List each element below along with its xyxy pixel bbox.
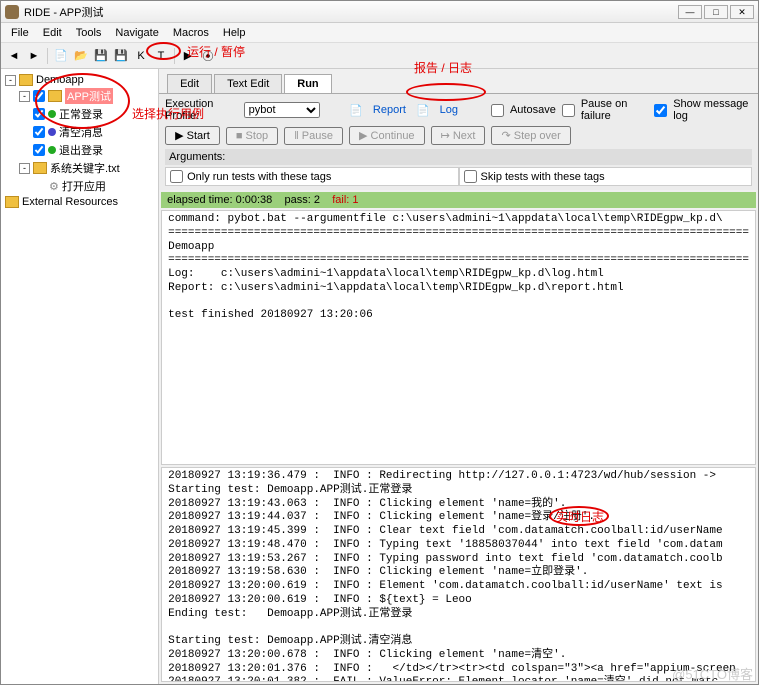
folder-icon xyxy=(33,162,47,174)
pause-on-fail-label: Pause on failure xyxy=(581,98,648,122)
only-tags-label: Only run tests with these tags xyxy=(187,171,331,183)
tree-expander[interactable]: - xyxy=(19,163,30,174)
menu-edit[interactable]: Edit xyxy=(37,25,68,41)
save-icon[interactable]: 💾 xyxy=(92,47,110,65)
case-checkbox[interactable] xyxy=(33,144,45,156)
tree-root[interactable]: Demoapp xyxy=(36,74,84,86)
pause-button[interactable]: ‖ Pause xyxy=(284,127,343,145)
log-area[interactable]: 20180927 13:19:36.479 : INFO : Redirecti… xyxy=(161,467,756,682)
skip-tags-checkbox[interactable] xyxy=(464,170,477,183)
toolbar: ◄ ► 📄 📂 💾 💾 K T ▶ ⦿ xyxy=(1,43,758,69)
testcase-icon xyxy=(48,110,56,118)
autosave-label: Autosave xyxy=(510,104,556,116)
tab-run[interactable]: Run xyxy=(284,74,331,93)
new-icon[interactable]: 📄 xyxy=(52,47,70,65)
tab-bar: Edit Text Edit Run xyxy=(159,69,758,93)
app-icon xyxy=(5,5,19,19)
testcase-icon xyxy=(48,128,56,136)
tree-case[interactable]: 退出登录 xyxy=(59,142,103,158)
case-checkbox[interactable] xyxy=(33,108,45,120)
titlebar: RIDE - APP测试 — □ ✕ xyxy=(1,1,758,23)
report-icon: 📄 xyxy=(349,104,363,117)
tree-ext-res[interactable]: External Resources xyxy=(22,196,118,208)
only-tags-checkbox[interactable] xyxy=(170,170,183,183)
window-title: RIDE - APP测试 xyxy=(24,4,678,20)
stop-button[interactable]: ■ Stop xyxy=(226,127,278,145)
tree-suite[interactable]: APP测试 xyxy=(65,88,113,104)
show-msg-log-checkbox[interactable] xyxy=(654,104,667,117)
show-msg-log-label: Show message log xyxy=(673,98,752,122)
case-checkbox[interactable] xyxy=(33,126,45,138)
keyword-icon: ⚙ xyxy=(49,180,59,193)
tree-kwfile[interactable]: 系统关键字.txt xyxy=(50,160,120,176)
pause-icon[interactable]: ⦿ xyxy=(199,47,217,65)
tree-case[interactable]: 清空消息 xyxy=(59,124,103,140)
pause-on-fail-checkbox[interactable] xyxy=(562,104,575,117)
exec-profile-select[interactable]: pybot xyxy=(244,102,321,118)
skip-tags-label: Skip tests with these tags xyxy=(481,171,605,183)
open-icon[interactable]: 📂 xyxy=(72,47,90,65)
folder-icon xyxy=(19,74,33,86)
stepover-button[interactable]: ↷ Step over xyxy=(491,126,570,145)
exec-profile-label: Execution Profile: xyxy=(165,98,238,122)
tree-expander[interactable]: - xyxy=(5,75,16,86)
folder-icon xyxy=(48,90,62,102)
arguments-label: Arguments: xyxy=(165,149,752,165)
menubar: File Edit Tools Navigate Macros Help xyxy=(1,23,758,43)
maximize-button[interactable]: □ xyxy=(704,5,728,19)
start-button[interactable]: ▶ Start xyxy=(165,126,220,145)
close-button[interactable]: ✕ xyxy=(730,5,754,19)
text-icon[interactable]: T xyxy=(152,47,170,65)
tab-edit[interactable]: Edit xyxy=(167,74,212,93)
menu-navigate[interactable]: Navigate xyxy=(109,25,164,41)
fail-count: fail: 1 xyxy=(332,194,358,206)
saveall-icon[interactable]: 💾 xyxy=(112,47,130,65)
menu-tools[interactable]: Tools xyxy=(70,25,108,41)
continue-button[interactable]: ▶ Continue xyxy=(349,126,425,145)
tree-expander[interactable]: - xyxy=(19,91,30,102)
log-link[interactable]: Log xyxy=(436,104,462,116)
pass-count: pass: 2 xyxy=(285,194,320,206)
minimize-button[interactable]: — xyxy=(678,5,702,19)
testcase-icon xyxy=(48,146,56,154)
watermark: @51CTO博客 xyxy=(672,664,753,683)
tree-panel: - Demoapp - APP测试 正常登录 清空消息 xyxy=(1,69,159,684)
suite-checkbox[interactable] xyxy=(33,90,45,102)
report-link[interactable]: Report xyxy=(369,104,410,116)
tab-text-edit[interactable]: Text Edit xyxy=(214,74,282,93)
tree-case[interactable]: 正常登录 xyxy=(59,106,103,122)
menu-help[interactable]: Help xyxy=(217,25,252,41)
next-button[interactable]: ↦ Next xyxy=(431,126,486,145)
tree-keyword[interactable]: 打开应用 xyxy=(62,178,106,194)
output-area[interactable]: command: pybot.bat --argumentfile c:\use… xyxy=(161,210,756,465)
folder-icon xyxy=(5,196,19,208)
menu-file[interactable]: File xyxy=(5,25,35,41)
log-icon: 📄 xyxy=(416,104,430,117)
back-icon[interactable]: ◄ xyxy=(5,47,23,65)
status-bar: elapsed time: 0:00:38 pass: 2 fail: 1 xyxy=(161,192,756,208)
run-icon[interactable]: ▶ xyxy=(179,47,197,65)
keyword-icon[interactable]: K xyxy=(132,47,150,65)
elapsed-time: elapsed time: 0:00:38 xyxy=(167,194,272,206)
autosave-checkbox[interactable] xyxy=(491,104,504,117)
menu-macros[interactable]: Macros xyxy=(167,25,215,41)
forward-icon[interactable]: ► xyxy=(25,47,43,65)
